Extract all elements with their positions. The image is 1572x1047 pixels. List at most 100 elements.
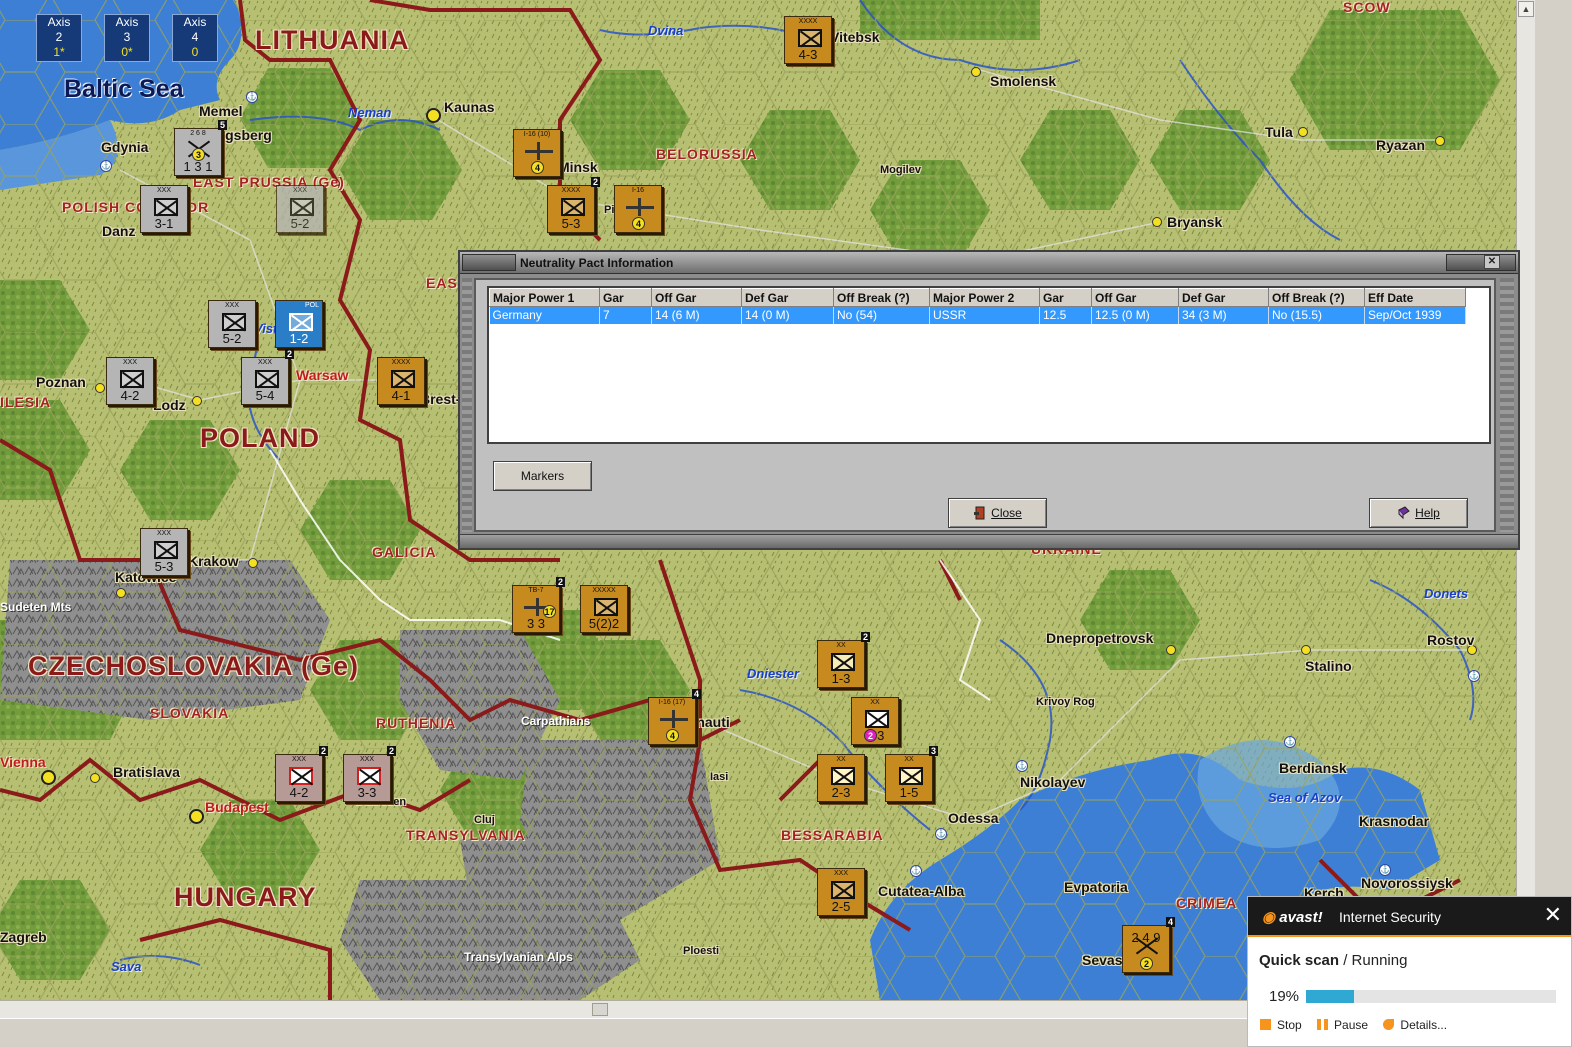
unit-size: XXX: [156, 530, 171, 537]
unit-tag: POL: [304, 302, 319, 309]
unit-counter[interactable]: XXX 3-1: [140, 185, 188, 233]
scroll-thumb[interactable]: [592, 1003, 608, 1016]
dialog-right-grip[interactable]: [1500, 278, 1514, 532]
city-dot: [1301, 645, 1311, 655]
infantry-icon: [831, 881, 855, 899]
anchor-icon: ⚓: [1468, 670, 1480, 682]
unit-counter[interactable]: XXX 4-2 2: [275, 746, 328, 802]
unit-counter[interactable]: XX 2-3 2: [851, 697, 899, 745]
scan-progress-fill: [1306, 990, 1354, 1003]
stack-count: 4: [1165, 917, 1175, 927]
dialog-body: Major Power 1 Gar Off Gar Def Gar Off Br…: [474, 278, 1496, 532]
unit-counter-air[interactable]: I-16 4: [614, 185, 662, 233]
unit-strength: 3-3: [357, 785, 377, 800]
column-header[interactable]: Gar: [1039, 288, 1092, 307]
stack-count: 5: [217, 120, 227, 130]
markers-button[interactable]: Markers: [493, 461, 592, 491]
region-label: SCOW: [1343, 0, 1391, 15]
city-label: Tula: [1265, 124, 1293, 140]
details-button[interactable]: Details...: [1383, 1018, 1447, 1032]
city-label: Kaunas: [444, 99, 495, 115]
unit-strength: 4-2: [289, 785, 309, 800]
unit-counter[interactable]: XXX 2-5: [817, 868, 865, 916]
scan-state: / Running: [1339, 952, 1408, 969]
table-cell: 14 (0 M): [741, 306, 834, 324]
stack-count: 4: [691, 689, 701, 699]
unit-counter[interactable]: XXXX 4-3: [784, 16, 832, 64]
unit-counter[interactable]: XX 1-5 3: [885, 746, 938, 802]
city-label: Berdiansk: [1279, 760, 1347, 776]
column-header[interactable]: Off Break (?): [1268, 288, 1365, 307]
unit-counter[interactable]: XXXXX 5(2)2: [580, 585, 628, 633]
table-cell: USSR: [929, 306, 1040, 324]
aircraft-icon: [660, 710, 688, 728]
infantry-icon: [154, 541, 178, 559]
column-header[interactable]: Off Break (?): [833, 288, 930, 307]
unit-counter[interactable]: XXX 4-2: [106, 357, 154, 405]
unit-strength: 4-2: [120, 388, 140, 403]
unit-counter[interactable]: XXX 5-2: [208, 300, 256, 348]
column-header[interactable]: Eff Date: [1364, 288, 1466, 307]
column-header[interactable]: Gar: [599, 288, 652, 307]
pause-label: Pause: [1334, 1018, 1369, 1032]
unit-counter[interactable]: POL 1-2: [275, 300, 323, 348]
axis-box[interactable]: Axis 4 0: [172, 14, 218, 62]
help-book-icon: [1398, 506, 1410, 520]
capital-label: Warsaw: [296, 367, 349, 383]
unit-counter[interactable]: XX 2-3: [817, 754, 865, 802]
dialog-title: Neutrality Pact Information: [520, 256, 674, 270]
avast-notification: ◉ avast! Internet Security ✕ Quick scan …: [1247, 896, 1572, 1047]
aircraft-icon: [626, 198, 654, 216]
axis-box-value: 2: [55, 30, 63, 44]
unit-counter-air[interactable]: TB-7 3 3 17 2: [512, 577, 565, 633]
unit-counter[interactable]: XXXX 5-3 2: [547, 177, 600, 233]
unit-counter[interactable]: XX 1-3 2: [817, 632, 870, 688]
axis-box[interactable]: Axis 2 1*: [36, 14, 82, 62]
column-header[interactable]: Off Gar: [651, 288, 742, 307]
city-label: Zagreb: [0, 929, 47, 945]
column-header[interactable]: Major Power 1: [489, 288, 600, 307]
scroll-up-icon[interactable]: ▲: [1518, 1, 1534, 17]
column-header[interactable]: Off Gar: [1091, 288, 1179, 307]
pact-table[interactable]: Major Power 1 Gar Off Gar Def Gar Off Br…: [487, 286, 1491, 444]
unit-strength: 2-3: [831, 785, 851, 800]
close-icon[interactable]: ✕: [1484, 255, 1500, 269]
unit-counter[interactable]: XXX 5-3: [140, 528, 188, 576]
column-header[interactable]: Def Gar: [1178, 288, 1269, 307]
unit-counter[interactable]: XXX 5-4 2: [241, 349, 294, 405]
table-cell: 12.5: [1039, 306, 1092, 324]
unit-size: I-16 (10): [523, 131, 551, 138]
city-label: Lodz: [153, 397, 186, 413]
help-button[interactable]: Help: [1369, 498, 1468, 528]
close-icon[interactable]: ✕: [1544, 903, 1562, 927]
unit-strength: 5-3: [561, 216, 581, 231]
anchor-icon: ⚓: [1016, 760, 1028, 772]
column-header[interactable]: Major Power 2: [929, 288, 1040, 307]
stop-button[interactable]: Stop: [1260, 1018, 1302, 1032]
mech-icon: [290, 198, 314, 216]
unit-counter-air[interactable]: I-16 (10) 4: [513, 129, 561, 177]
close-button[interactable]: Close: [948, 498, 1047, 528]
city-label: Iasi: [710, 771, 729, 783]
table-row[interactable]: Germany 7 14 (6 M) 14 (0 M) No (54) USSR…: [489, 306, 1466, 324]
unit-size: XXX: [833, 870, 848, 877]
anchor-icon: ⚓: [246, 91, 258, 103]
axis-box-label: Axis: [115, 15, 139, 29]
pause-button[interactable]: Pause: [1317, 1018, 1368, 1032]
stack-count: 2: [318, 746, 328, 756]
infantry-icon: [391, 370, 415, 388]
axis-box[interactable]: Axis 3 0*: [104, 14, 150, 62]
unit-counter[interactable]: XXX 3-3 2: [343, 746, 396, 802]
city-label: Krivoy Rog: [1036, 696, 1095, 708]
pact-table-header: Major Power 1 Gar Off Gar Def Gar Off Br…: [489, 288, 1466, 307]
river-label: Sava: [111, 959, 142, 974]
dialog-titlebar[interactable]: Neutrality Pact Information ✕: [460, 252, 1518, 274]
unit-counter-air[interactable]: I-16 (17) 4 4: [648, 689, 701, 745]
unit-counter[interactable]: XXXX 4-1: [377, 357, 425, 405]
unit-counter-naval[interactable]: 2 6 8 1 3 1 3 5: [174, 120, 227, 176]
unit-counter[interactable]: XXX 5-2: [276, 185, 324, 233]
unit-counter-naval[interactable]: 2 4 9 2 4: [1122, 917, 1175, 973]
axis-status-panel: Axis 2 1* Axis 3 0* Axis 4 0: [36, 0, 256, 62]
column-header[interactable]: Def Gar: [741, 288, 834, 307]
markers-button-label: Markers: [520, 469, 565, 483]
